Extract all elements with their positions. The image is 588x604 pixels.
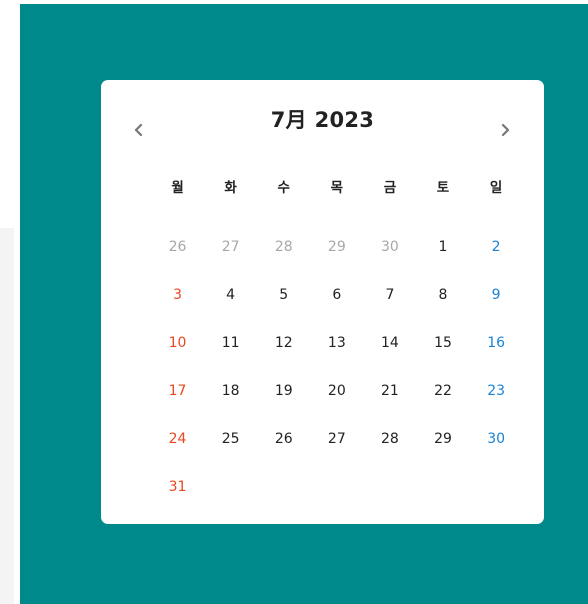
day-cell[interactable]: 30 xyxy=(470,431,523,447)
chevron-right-icon xyxy=(501,123,510,137)
day-cell[interactable]: 9 xyxy=(470,287,523,303)
weekday-mon: 월 xyxy=(171,180,184,196)
day-cell[interactable]: 28 xyxy=(363,431,416,447)
next-month-button[interactable] xyxy=(493,118,517,142)
day-cell[interactable]: 18 xyxy=(204,383,257,399)
day-cell[interactable]: 24 xyxy=(151,431,204,447)
day-cell[interactable]: 27 xyxy=(310,431,363,447)
day-cell xyxy=(257,479,310,495)
day-cell[interactable]: 15 xyxy=(416,335,469,351)
day-cell xyxy=(416,479,469,495)
day-cell[interactable]: 20 xyxy=(310,383,363,399)
day-cell[interactable]: 7 xyxy=(363,287,416,303)
day-cell[interactable]: 4 xyxy=(204,287,257,303)
day-cell[interactable]: 5 xyxy=(257,287,310,303)
week-row-2: 3 4 5 6 7 8 9 xyxy=(151,287,523,303)
day-cell[interactable]: 19 xyxy=(257,383,310,399)
day-cell[interactable]: 3 xyxy=(151,287,204,303)
day-cell[interactable]: 30 xyxy=(363,239,416,255)
day-cell[interactable]: 28 xyxy=(257,239,310,255)
weekday-thu: 목 xyxy=(330,180,344,196)
day-cell[interactable]: 13 xyxy=(310,335,363,351)
weekday-sun: 일 xyxy=(489,180,503,196)
day-cell[interactable]: 16 xyxy=(470,335,523,351)
day-cell xyxy=(470,479,523,495)
day-cell[interactable]: 2 xyxy=(470,239,523,255)
day-cell[interactable]: 17 xyxy=(151,383,204,399)
side-panel xyxy=(0,228,14,604)
day-cell[interactable]: 22 xyxy=(416,383,469,399)
week-row-5: 24 25 26 27 28 29 30 xyxy=(151,431,523,447)
day-cell[interactable]: 27 xyxy=(204,239,257,255)
day-cell[interactable]: 10 xyxy=(151,335,204,351)
day-cell[interactable]: 14 xyxy=(363,335,416,351)
month-year-title: 7月 2023 xyxy=(270,108,375,132)
week-row-3: 10 11 12 13 14 15 16 xyxy=(151,335,523,351)
week-row-4: 17 18 19 20 21 22 23 xyxy=(151,383,523,399)
modal-backdrop: 7月 2023 월 화 수 목 금 토 일 26 27 28 29 30 1 2 xyxy=(20,4,588,604)
day-cell[interactable]: 29 xyxy=(310,239,363,255)
day-cell[interactable]: 12 xyxy=(257,335,310,351)
day-cell xyxy=(204,479,257,495)
week-row-6: 31 xyxy=(151,479,523,495)
day-cell[interactable]: 21 xyxy=(363,383,416,399)
day-cell[interactable]: 31 xyxy=(151,479,204,495)
weekday-wed: 수 xyxy=(277,180,290,196)
day-cell[interactable]: 6 xyxy=(310,287,363,303)
week-row-1: 26 27 28 29 30 1 2 xyxy=(151,239,523,255)
day-cell xyxy=(310,479,363,495)
day-cell xyxy=(363,479,416,495)
day-cell[interactable]: 11 xyxy=(204,335,257,351)
day-cell[interactable]: 25 xyxy=(204,431,257,447)
day-cell[interactable]: 29 xyxy=(416,431,469,447)
day-cell[interactable]: 23 xyxy=(470,383,523,399)
day-cell[interactable]: 8 xyxy=(416,287,469,303)
weekday-header: 월 화 수 목 금 토 일 xyxy=(151,176,523,196)
day-cell[interactable]: 26 xyxy=(151,239,204,255)
day-cell[interactable]: 1 xyxy=(416,239,469,255)
weekday-fri: 금 xyxy=(383,180,397,196)
weekday-sat: 토 xyxy=(436,180,450,196)
day-cell[interactable]: 26 xyxy=(257,431,310,447)
calendar-popup: 7月 2023 월 화 수 목 금 토 일 26 27 28 29 30 1 2 xyxy=(101,80,544,524)
weekday-tue: 화 xyxy=(224,180,237,196)
